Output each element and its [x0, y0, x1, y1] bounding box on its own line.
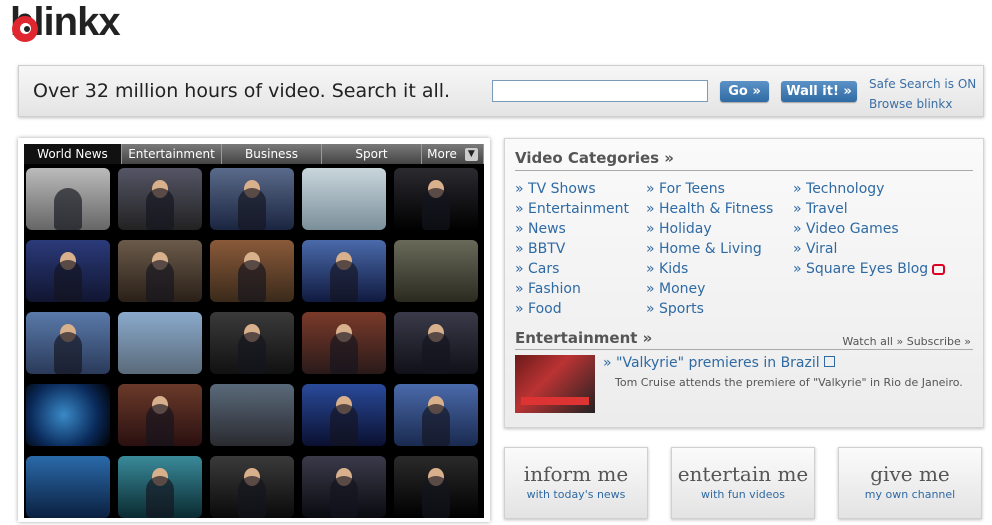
entertainment-description: Tom Cruise attends the premiere of "Valk… [615, 376, 963, 389]
search-links: Safe Search is ON Browse blinkx [869, 74, 976, 114]
entertainment-headline-link[interactable]: » "Valkyrie" premieres in Brazil [603, 355, 835, 371]
category-link[interactable]: » Money [646, 279, 773, 299]
category-link[interactable]: » Food [515, 299, 629, 319]
go-label: Go [728, 84, 748, 99]
category-column-1: » TV Shows » Entertainment » News » BBTV… [515, 179, 629, 319]
double-chevron-icon: » [838, 84, 852, 99]
video-thumbnail[interactable] [118, 312, 202, 374]
video-thumbnail[interactable] [26, 168, 110, 230]
dropdown-arrow-icon: ▼ [464, 147, 478, 161]
entertainment-thumbnail[interactable] [515, 355, 595, 413]
go-button[interactable]: Go » [720, 81, 769, 102]
cta-title: inform me [523, 462, 629, 486]
video-thumbnail[interactable] [118, 384, 202, 446]
category-link[interactable]: » Kids [646, 259, 773, 279]
video-thumbnail[interactable] [394, 456, 478, 518]
blog-label: » Square Eyes Blog [793, 261, 929, 277]
blinkx-logo[interactable]: blinkx [10, 0, 180, 46]
tv-icon [932, 263, 946, 275]
video-thumbnail[interactable] [210, 312, 294, 374]
cta-subtitle: with today's news [526, 488, 626, 501]
wall-it-label: Wall it! [786, 84, 839, 99]
category-link[interactable]: » Cars [515, 259, 629, 279]
category-link[interactable]: » Video Games [793, 219, 945, 239]
cta-title: entertain me [677, 462, 809, 486]
tab-business[interactable]: Business [222, 144, 322, 164]
video-thumbnail[interactable] [210, 240, 294, 302]
video-thumbnail[interactable] [26, 456, 110, 518]
entertainment-links: Watch all » Subscribe » [842, 335, 971, 348]
cta-subtitle: my own channel [864, 488, 956, 501]
tab-entertainment[interactable]: Entertainment [122, 144, 222, 164]
video-thumbnail[interactable] [26, 240, 110, 302]
category-link[interactable]: » Fashion [515, 279, 629, 299]
tab-more-label: More [427, 147, 457, 161]
search-input[interactable] [492, 80, 708, 102]
video-tabs: World News Entertainment Business Sport … [24, 144, 484, 164]
video-thumbnail[interactable] [394, 168, 478, 230]
entertainment-title[interactable]: Entertainment » [515, 329, 652, 347]
category-link-blog[interactable]: » Square Eyes Blog [793, 259, 946, 279]
video-thumbnail[interactable] [210, 168, 294, 230]
video-wall: World News Entertainment Business Sport … [24, 144, 484, 518]
watch-all-link[interactable]: Watch all » [842, 335, 903, 348]
wall-it-button[interactable]: Wall it! » [781, 81, 857, 102]
safe-search-link[interactable]: Safe Search is ON [869, 74, 976, 94]
category-link[interactable]: » TV Shows [515, 179, 629, 199]
search-bar: Over 32 million hours of video. Search i… [18, 65, 984, 117]
give-me-button[interactable]: give me my own channel [838, 447, 982, 519]
browse-link[interactable]: Browse blinkx [869, 94, 976, 114]
video-thumbnail[interactable] [394, 384, 478, 446]
video-thumbnail[interactable] [302, 240, 386, 302]
video-thumbnail[interactable] [302, 384, 386, 446]
video-thumbnail[interactable] [118, 240, 202, 302]
categories-title[interactable]: Video Categories » [515, 149, 674, 167]
category-link[interactable]: » Travel [793, 199, 945, 219]
tab-world-news[interactable]: World News [24, 144, 122, 164]
video-thumbnail[interactable] [210, 456, 294, 518]
video-thumbnail[interactable] [118, 456, 202, 518]
video-thumbnail[interactable] [26, 384, 110, 446]
search-tagline: Over 32 million hours of video. Search i… [33, 80, 451, 102]
category-link[interactable]: » Entertainment [515, 199, 629, 219]
video-thumbnail[interactable] [302, 456, 386, 518]
category-link[interactable]: » Sports [646, 299, 773, 319]
category-link[interactable]: » For Teens [646, 179, 773, 199]
category-link[interactable]: » Viral [793, 239, 945, 259]
external-link-icon [823, 356, 835, 367]
subscribe-link[interactable]: Subscribe » [907, 335, 971, 348]
divider [515, 349, 973, 350]
category-column-2: » For Teens » Health & Fitness » Holiday… [646, 179, 773, 319]
video-categories-panel: Video Categories » » TV Shows » Entertai… [504, 138, 984, 428]
tab-more[interactable]: More ▼ [422, 144, 484, 164]
entertain-me-button[interactable]: entertain me with fun videos [671, 447, 815, 519]
category-link[interactable]: » Health & Fitness [646, 199, 773, 219]
category-link[interactable]: » Technology [793, 179, 945, 199]
cta-title: give me [870, 462, 950, 486]
cta-subtitle: with fun videos [701, 488, 785, 501]
category-column-3: » Technology » Travel » Video Games » Vi… [793, 179, 946, 279]
video-thumbnail[interactable] [394, 312, 478, 374]
video-wall-panel: World News Entertainment Business Sport … [18, 138, 490, 522]
category-link[interactable]: » Holiday [646, 219, 773, 239]
category-link[interactable]: » News [515, 219, 629, 239]
video-thumbnail[interactable] [118, 168, 202, 230]
divider [515, 170, 973, 171]
video-thumbnail[interactable] [26, 312, 110, 374]
tab-sport[interactable]: Sport [322, 144, 422, 164]
video-thumbnail[interactable] [210, 384, 294, 446]
video-thumbnail[interactable] [302, 168, 386, 230]
category-link[interactable]: » BBTV [515, 239, 629, 259]
inform-me-button[interactable]: inform me with today's news [504, 447, 648, 519]
video-thumbnail[interactable] [394, 240, 478, 302]
video-thumbnail[interactable] [302, 312, 386, 374]
category-link[interactable]: » Home & Living [646, 239, 773, 259]
logo-eye-icon [12, 16, 38, 42]
double-chevron-icon: » [747, 84, 761, 99]
headline-text: » "Valkyrie" premieres in Brazil [603, 355, 820, 371]
